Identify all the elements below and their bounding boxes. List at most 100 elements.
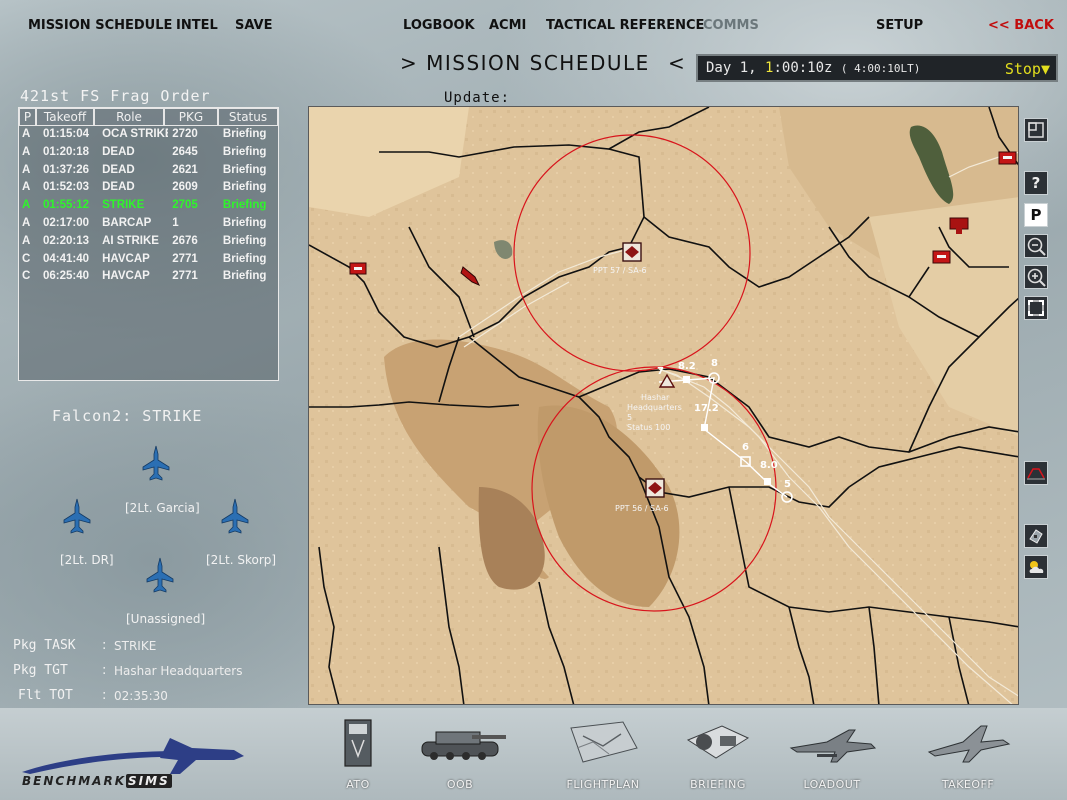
briefing-desk-icon [686,725,750,759]
column-header-pkg[interactable]: PKG [164,108,218,126]
map-maximize-button[interactable] [1024,118,1048,142]
waypoint-label: 8 [711,358,718,369]
fit-icon [1028,300,1044,316]
menu-tactical-reference[interactable]: TACTICAL REFERENCE [546,18,704,33]
column-header-takeoff[interactable]: Takeoff [36,108,94,126]
clock-time: :00:10z [773,60,833,76]
pilot-slot-2-name: [2Lt. DR] [60,553,114,567]
frag-cell-role: HAVCAP [102,252,150,265]
waypoint-marker[interactable] [764,478,771,485]
menu-comms[interactable]: COMMS [703,18,759,33]
frag-cell-status: Briefing [222,234,267,247]
map-fit-button[interactable] [1024,296,1048,320]
menu-mission-schedule[interactable]: MISSION SCHEDULE [28,18,172,33]
frag-order-row[interactable]: A 01:20:18 DEAD 2645 Briefing [19,146,278,164]
pkg-target-colon: : [102,663,107,678]
frag-cell-status: Briefing [222,216,267,229]
frag-cell-pkg: 1 [172,216,179,229]
jet-slot-3-icon[interactable] [220,498,250,534]
frag-cell-status: Briefing [222,181,267,194]
jet-slot-2-icon[interactable] [62,498,92,534]
map-recon-button[interactable] [1024,524,1048,548]
frag-order-row[interactable]: C 04:41:40 HAVCAP 2771 Briefing [19,253,278,271]
flightplan-map-icon [570,721,638,763]
logo-wordmark: BENCHMARK SIMS [22,774,172,788]
frag-cell-takeoff: 01:15:04 [43,128,90,140]
column-header-p[interactable]: P [19,108,36,126]
pilot-slot-1-name: [2Lt. Garcia] [125,501,200,515]
nav-briefing-button[interactable]: BRIEFING [674,716,762,796]
frag-order-row[interactable]: A 02:17:00 BARCAP 1 Briefing [19,217,278,235]
loadout-jet-icon [789,729,877,763]
jet-slot-1-icon[interactable] [141,445,171,481]
back-button[interactable]: << BACK [988,18,1054,33]
frag-order-row[interactable]: A 01:55:12 STRIKE 2705 Briefing [19,199,278,217]
nav-loadout-button[interactable]: LOADOUT [784,716,880,796]
frag-cell-status: Briefing [222,270,267,283]
frag-cell-takeoff: 01:37:26 [43,163,90,176]
sam-site-icon[interactable] [645,478,665,498]
menu-setup[interactable]: SETUP [876,18,923,33]
frag-cell-takeoff: 04:41:40 [43,252,90,265]
nav-ato-button[interactable]: ATO [328,716,388,796]
menu-logbook[interactable]: LOGBOOK [403,18,475,33]
frag-cell-role: BARCAP [102,216,152,229]
enemy-unit-icon[interactable] [998,151,1017,165]
column-header-role[interactable]: Role [94,108,164,126]
map-zoom-in-button[interactable] [1024,265,1048,289]
map-help-button[interactable]: ? [1024,171,1048,195]
jet-slot-4-icon[interactable] [145,557,175,593]
frag-cell-role: STRIKE [102,199,145,212]
update-label: Update: [444,90,511,106]
map-zoom-out-button[interactable] [1024,234,1048,258]
frag-order-row[interactable]: A 01:52:03 DEAD 2609 Briefing [19,181,278,199]
frag-cell-takeoff: 02:20:13 [43,234,90,247]
waypoint-label: 8.2 [678,361,696,372]
screen-title: > MISSION SCHEDULE [400,51,650,75]
frag-cell-role: DEAD [102,145,135,158]
enemy-unit-icon[interactable] [349,262,367,275]
frag-cell-role: HAVCAP [102,270,150,283]
waypoint-label: 8.0 [760,460,778,471]
waypoint-marker[interactable] [701,424,708,431]
column-header-status[interactable]: Status [218,108,278,126]
logo-wordmark-accent: SIMS [126,774,172,788]
weather-icon [1029,561,1044,573]
waypoint-label: 5 [784,479,791,490]
menu-acmi[interactable]: ACMI [489,18,526,33]
frag-cell-takeoff: 01:52:03 [43,181,90,194]
pkg-task-label: Pkg TASK [13,638,76,653]
frag-cell-role: AI STRIKE [102,234,159,247]
menu-save[interactable]: SAVE [235,18,272,33]
frag-order-row[interactable]: C 06:25:40 HAVCAP 2771 Briefing [19,270,278,288]
nav-oob-button[interactable]: OOB [410,716,510,796]
screen-title-tail: < [668,51,685,75]
frag-cell-status: Briefing [222,199,267,212]
pilot-slot-4-name: [Unassigned] [126,612,206,626]
nav-flightplan-button[interactable]: FLIGHTPLAN [555,716,651,796]
target-label-line: Headquarters [627,403,682,412]
pilot-slot-3-name: [2Lt. Skorp] [206,553,277,567]
frag-cell-pkg: 2645 [172,145,198,158]
frag-order-row[interactable]: A 01:15:04 OCA STRIKE 2720 Briefing [19,128,278,146]
clock-hour: 1 [765,60,774,76]
sam-site-icon[interactable] [622,242,642,262]
menu-intel[interactable]: INTEL [176,18,218,33]
pkg-task-colon: : [102,638,107,653]
frag-order-row[interactable]: A 02:20:13 AI STRIKE 2676 Briefing [19,235,278,253]
enemy-unit-icon[interactable] [932,250,951,264]
nav-takeoff-label: TAKEOFF [941,778,995,791]
frag-order-table: P Takeoff Role PKG Status A 01:15:04 OCA S… [18,107,279,381]
campaign-map[interactable]: PPT 57 / SA-6 PPT 56 / SA-6 7 8.2 8 17.2… [308,106,1019,705]
pkg-task-value: STRIKE [114,639,157,653]
map-elevation-button[interactable] [1024,461,1048,485]
frag-order-row[interactable]: A 01:37:26 DEAD 2621 Briefing [19,164,278,182]
waypoint-marker[interactable] [683,376,690,383]
nav-ato-label: ATO [346,778,370,791]
map-p-button[interactable]: P [1024,203,1048,227]
nav-takeoff-button[interactable]: TAKEOFF [920,716,1016,796]
map-canvas[interactable]: PPT 57 / SA-6 PPT 56 / SA-6 7 8.2 8 17.2… [309,107,1019,705]
map-weather-button[interactable] [1024,555,1048,579]
time-compression-dropdown[interactable]: Stop▼ [1005,60,1050,78]
p-icon: P [1030,206,1042,224]
